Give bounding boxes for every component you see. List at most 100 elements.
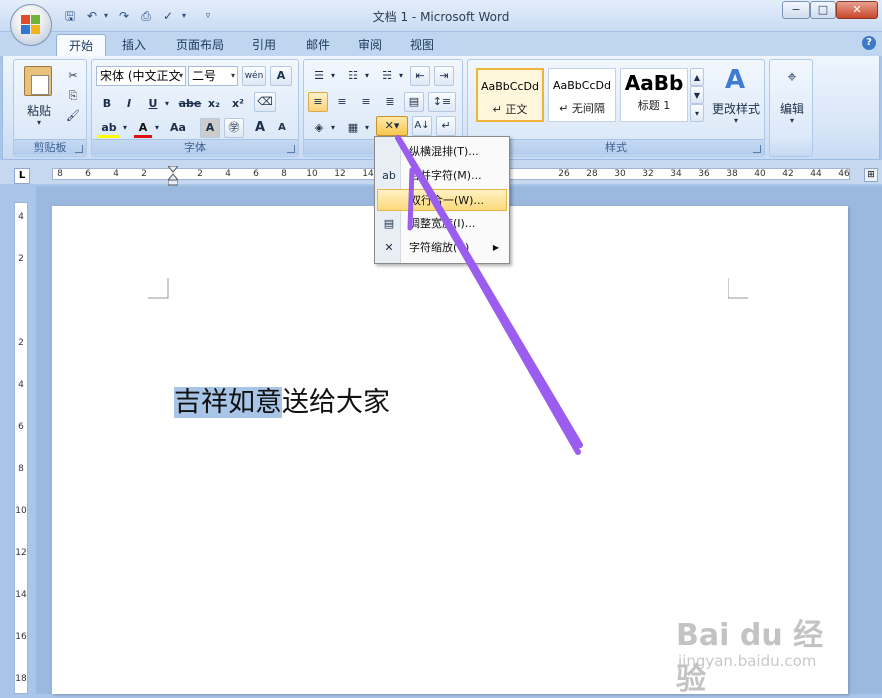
menu-item-fit-text[interactable]: ▤ 调整宽度(I)... (377, 213, 507, 235)
font-group-label: 字体 (92, 139, 298, 155)
bullets-dropdown-icon[interactable]: ▾ (328, 66, 338, 86)
tab-insert[interactable]: 插入 (110, 34, 158, 56)
style-heading-1[interactable]: AaBb 标题 1 (620, 68, 688, 122)
ruler-tick-label: 8 (281, 169, 287, 179)
maximize-button[interactable]: □ (810, 1, 836, 19)
bold-button[interactable]: B (98, 94, 116, 114)
numbering-dropdown-icon[interactable]: ▾ (362, 66, 372, 86)
tab-mailings[interactable]: 邮件 (294, 34, 342, 56)
styles-scroll-up-icon[interactable]: ▲ (690, 68, 704, 86)
decrease-indent-icon[interactable]: ⇤ (410, 66, 430, 86)
tab-references[interactable]: 引用 (240, 34, 288, 56)
tab-view[interactable]: 视图 (398, 34, 446, 56)
tab-review[interactable]: 审阅 (346, 34, 394, 56)
font-color-icon[interactable]: A (134, 118, 152, 138)
paste-icon[interactable] (24, 66, 52, 96)
increase-indent-icon[interactable]: ⇥ (434, 66, 454, 86)
styles-group-label: 样式 (468, 139, 764, 155)
underline-button[interactable]: U (144, 94, 162, 114)
align-center-icon[interactable]: ≡ (332, 92, 352, 112)
close-button[interactable]: ✕ (836, 1, 878, 19)
vruler-tick-label: 4 (18, 212, 24, 222)
shrink-font-button[interactable]: A (272, 118, 292, 138)
fit-text-icon: ▤ (383, 217, 395, 230)
align-left-icon[interactable]: ≡ (308, 92, 328, 112)
margin-corner-top-left (148, 278, 169, 299)
paste-dropdown-icon[interactable]: ▾ (22, 118, 56, 127)
subscript-button[interactable]: x₂ (204, 94, 224, 114)
line-spacing-icon[interactable]: ↕≡ (428, 92, 456, 112)
tab-page-layout[interactable]: 页面布局 (164, 34, 236, 56)
copy-icon[interactable]: ⎘ (64, 86, 82, 106)
clipboard-launcher-icon[interactable] (75, 145, 83, 153)
ruler-tick-label: 4 (113, 169, 119, 179)
minimize-button[interactable]: − (782, 1, 810, 19)
selected-text[interactable]: 吉祥如意 (174, 387, 282, 418)
char-border-button[interactable]: A (270, 66, 292, 86)
sort-icon[interactable]: A↓ (412, 116, 432, 136)
distributed-icon[interactable]: ▤ (404, 92, 424, 112)
superscript-button[interactable]: x² (228, 94, 248, 114)
multilevel-list-icon[interactable]: ☵ (376, 66, 398, 86)
view-ruler-icon[interactable]: ⊞ (864, 168, 878, 182)
menu-item-vertical-in-horizontal[interactable]: 纵横混排(T)... (377, 141, 507, 163)
style-normal[interactable]: AaBbCcDd ↵ 正文 (476, 68, 544, 122)
change-styles-button[interactable]: 更改样式 (706, 100, 766, 117)
phonetic-guide-button[interactable]: wén (242, 66, 266, 86)
tab-selector-icon[interactable]: L (14, 168, 30, 184)
font-size-combo[interactable]: 二号 ▾ (188, 66, 238, 86)
borders-icon[interactable]: ▦ (342, 118, 364, 138)
numbering-icon[interactable]: ☷ (342, 66, 364, 86)
editing-button[interactable]: 编辑 (774, 100, 810, 117)
paste-button[interactable]: 粘贴 (22, 102, 56, 119)
show-marks-icon[interactable]: ↵ (436, 116, 456, 136)
styles-more-icon[interactable]: ▾ (690, 104, 704, 122)
tab-home[interactable]: 开始 (56, 34, 107, 56)
bullets-icon[interactable]: ☰ (308, 66, 330, 86)
change-styles-icon[interactable]: A (720, 66, 750, 94)
clear-formatting-icon[interactable]: ⌫ (254, 92, 276, 112)
strikethrough-button[interactable]: abe (178, 94, 202, 114)
change-case-button[interactable]: Aa (166, 118, 190, 138)
document-text[interactable]: 吉祥如意送给大家 (174, 380, 390, 419)
styles-launcher-icon[interactable] (753, 145, 761, 153)
highlight-color-icon[interactable]: ab (98, 118, 120, 138)
borders-dropdown-icon[interactable]: ▾ (362, 118, 372, 138)
change-styles-dropdown-icon[interactable]: ▾ (706, 116, 766, 125)
help-icon[interactable]: ? (862, 36, 876, 50)
menu-item-character-scaling[interactable]: ✕ 字符缩放(C) ▶ (377, 237, 507, 259)
vruler-tick-label: 16 (15, 632, 27, 642)
shading-icon[interactable]: ◈ (308, 118, 330, 138)
unselected-text[interactable]: 送给大家 (282, 387, 390, 418)
ruler-tick-label: 2 (141, 169, 147, 179)
char-shading-button[interactable]: A (200, 118, 220, 138)
format-painter-icon[interactable]: 🖌 (64, 106, 82, 126)
grow-font-button[interactable]: A (250, 118, 270, 138)
enclose-chars-icon[interactable]: ㊫ (224, 118, 244, 138)
chinese-layout-button[interactable]: ✕▾ (376, 116, 408, 136)
justify-icon[interactable]: ≣ (380, 92, 400, 112)
styles-scroll-down-icon[interactable]: ▼ (690, 86, 704, 104)
menu-item-combine-characters[interactable]: ab 合并字符(M)... (377, 165, 507, 187)
font-color-dropdown-icon[interactable]: ▾ (152, 118, 162, 138)
underline-dropdown-icon[interactable]: ▾ (162, 94, 172, 114)
font-name-combo[interactable]: 宋体 (中文正文 ▾ (96, 66, 186, 86)
align-right-icon[interactable]: ≡ (356, 92, 376, 112)
office-button[interactable] (10, 4, 52, 46)
menu-item-two-lines-in-one[interactable]: 双行合一(W)... (377, 189, 507, 211)
style-normal-name: ↵ 正文 (492, 103, 528, 116)
vertical-ruler (14, 202, 28, 694)
binoculars-icon[interactable]: ⌖ (780, 66, 804, 88)
indent-marker-icon[interactable] (166, 165, 180, 186)
highlight-dropdown-icon[interactable]: ▾ (120, 118, 130, 138)
ruler-tick-label: 2 (197, 169, 203, 179)
italic-button[interactable]: I (120, 94, 138, 114)
editing-dropdown-icon[interactable]: ▾ (774, 116, 810, 125)
cut-icon[interactable]: ✂ (64, 66, 82, 86)
ruler-tick-label: 6 (253, 169, 259, 179)
multilevel-dropdown-icon[interactable]: ▾ (396, 66, 406, 86)
style-no-spacing[interactable]: AaBbCcDd ↵ 无间隔 (548, 68, 616, 122)
font-launcher-icon[interactable] (287, 145, 295, 153)
vruler-tick-label: 18 (15, 674, 27, 684)
shading-dropdown-icon[interactable]: ▾ (328, 118, 338, 138)
